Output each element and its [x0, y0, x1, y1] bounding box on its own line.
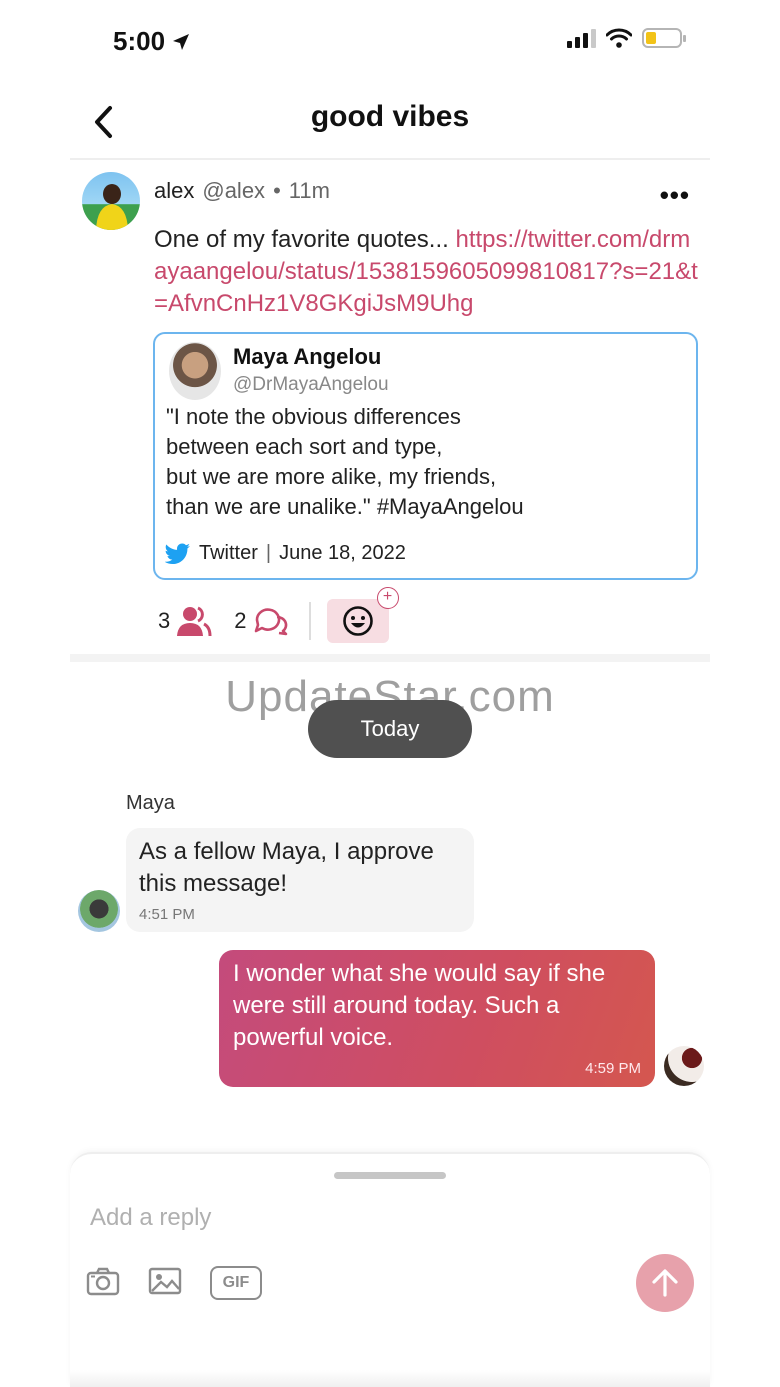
sender-avatar[interactable] — [78, 890, 120, 932]
outgoing-message[interactable]: I wonder what she would say if she were … — [219, 950, 655, 1087]
post-actions: 3 2 + — [158, 587, 399, 644]
tweet-footer-separator: | — [265, 542, 272, 564]
chat-bubbles-icon — [254, 608, 287, 636]
post-text: One of my favorite quotes... https://twi… — [154, 224, 699, 320]
image-icon — [148, 1267, 182, 1295]
author-name[interactable]: alex — [154, 178, 194, 204]
tweet-line: between each sort and type, — [166, 434, 443, 459]
post-text-prefix: One of my favorite quotes... — [154, 226, 456, 253]
location-arrow-icon — [173, 33, 190, 50]
twitter-bird-icon — [165, 543, 190, 564]
tweet-line: but we are more alike, my friends, — [166, 464, 497, 489]
comments-button[interactable]: 2 — [234, 606, 288, 636]
chat-header: good vibes — [70, 80, 710, 160]
tweet-author-handle: @DrMayaAngelou — [233, 374, 389, 395]
my-avatar[interactable] — [664, 1046, 704, 1086]
status-indicators — [567, 28, 686, 48]
people-icon — [177, 606, 212, 637]
message-sender-name: Maya — [126, 792, 175, 814]
tweet-author-name: Maya Angelou — [233, 344, 382, 369]
date-divider: Today — [308, 700, 472, 758]
post-time: 11m — [288, 178, 330, 203]
camera-button[interactable] — [86, 1266, 120, 1301]
post-meta: alex @alex • 11m — [154, 178, 330, 204]
more-options-button[interactable]: ••• — [660, 180, 690, 211]
shared-post: alex @alex • 11m ••• One of my favorite … — [70, 162, 710, 662]
photo-button[interactable] — [148, 1266, 182, 1301]
status-time: 5:00 — [113, 26, 191, 57]
members-count: 3 — [158, 608, 171, 633]
message-time: 4:51 PM — [139, 906, 195, 923]
gif-button[interactable]: GIF — [210, 1266, 262, 1300]
smiley-icon — [342, 606, 373, 636]
send-button[interactable] — [636, 1254, 694, 1312]
battery-icon — [642, 28, 686, 48]
members-button[interactable]: 3 — [158, 605, 212, 637]
message-text: I wonder what she would say if she were … — [233, 960, 606, 1051]
arrow-up-icon — [652, 1269, 678, 1297]
author-handle[interactable]: @alex — [202, 178, 265, 204]
reply-composer: GIF — [70, 1152, 710, 1387]
clock-text: 5:00 — [113, 26, 166, 56]
actions-divider — [308, 602, 311, 640]
author-avatar[interactable] — [82, 172, 140, 230]
incoming-message[interactable]: As a fellow Maya, I approve this message… — [126, 828, 474, 932]
reply-input[interactable] — [90, 1198, 610, 1238]
drag-handle[interactable] — [334, 1172, 446, 1179]
page-title: good vibes — [310, 100, 470, 133]
tweet-date: June 18, 2022 — [279, 542, 406, 564]
cellular-signal-icon — [567, 28, 596, 48]
camera-icon — [86, 1267, 120, 1296]
status-bar: 5:00 — [0, 0, 780, 80]
tweet-author-avatar — [169, 342, 221, 400]
message-time: 4:59 PM — [585, 1060, 641, 1077]
plus-icon: + — [376, 587, 399, 609]
meta-separator: • — [273, 178, 281, 203]
wifi-icon — [606, 28, 632, 48]
tweet-source: Twitter — [199, 542, 258, 564]
home-indicator-area — [70, 1370, 710, 1387]
tweet-text: "I note the obvious differences between … — [166, 402, 686, 522]
tweet-footer: Twitter | June 18, 2022 — [165, 542, 406, 565]
tweet-line: than we are unalike." #MayaAngelou — [166, 494, 524, 519]
add-reaction-button[interactable]: + — [326, 587, 399, 643]
comments-count: 2 — [234, 608, 247, 633]
tweet-line: "I note the obvious differences — [166, 404, 461, 429]
message-text: As a fellow Maya, I approve this message… — [139, 838, 434, 897]
tweet-embed-card[interactable]: Maya Angelou @DrMayaAngelou "I note the … — [153, 332, 698, 580]
